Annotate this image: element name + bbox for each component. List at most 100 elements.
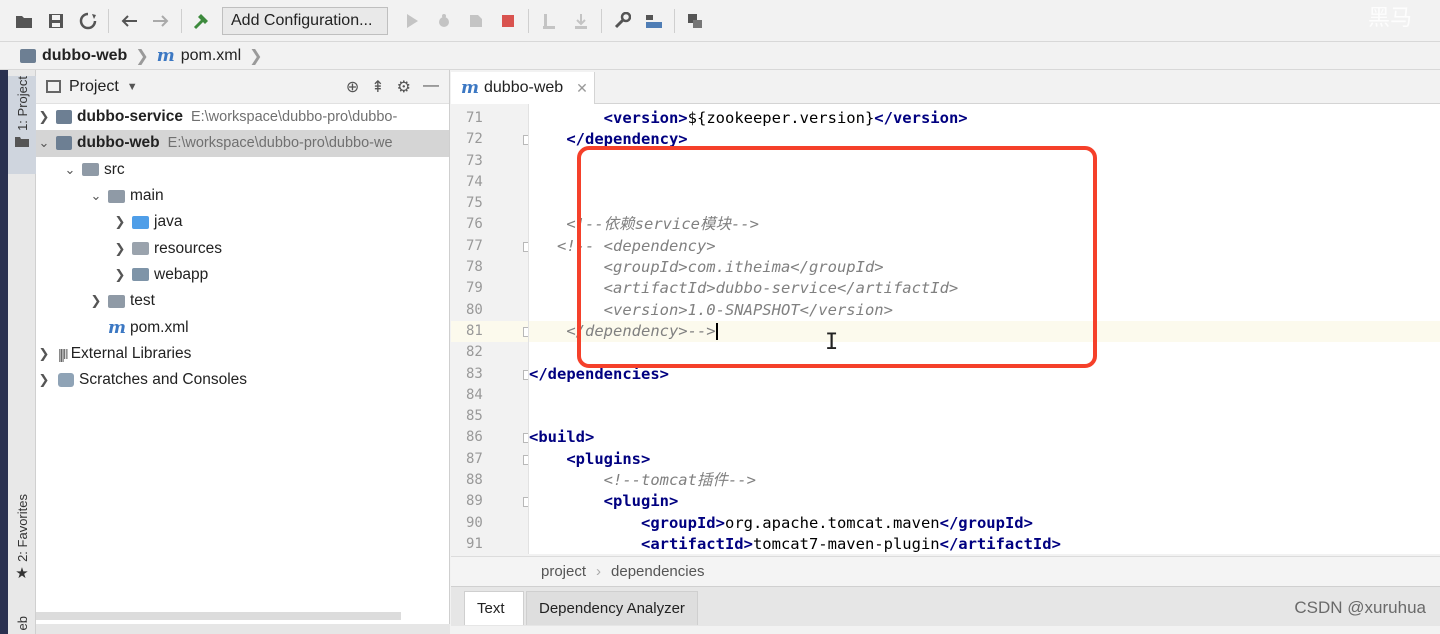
web-folder-icon [132,268,149,282]
tree-item-dubbo-web[interactable]: ⌄ dubbo-web E:\workspace\dubbo-pro\dubbo… [36,130,449,157]
debug-icon[interactable] [428,6,460,36]
code-line[interactable]: <artifactId>tomcat7-maven-plugin</artifa… [529,534,1440,554]
breadcrumb-file[interactable]: m pom.xml [157,46,241,66]
chevron-down-icon[interactable]: ⌄ [36,135,52,151]
tool-tab-favorites-label: 2: Favorites [14,494,30,562]
vcs-commit-icon[interactable] [565,6,597,36]
code-line[interactable]: <!--tomcat插件--> [529,470,1440,491]
line-number: 76 [466,216,483,233]
breadcrumb-dependencies-tag[interactable]: dependencies [611,563,704,580]
chevron-right-icon[interactable]: ❯ [112,241,128,257]
tree-item-java[interactable]: ❯ java [36,209,449,235]
editor-tab-dubbo-web[interactable]: m dubbo-web ✕ [451,72,595,104]
tree-item-webapp[interactable]: ❯ webapp [36,262,449,288]
breadcrumb-project[interactable]: dubbo-web [20,47,127,65]
project-structure-icon[interactable] [638,6,670,36]
sdk-manager-icon[interactable] [679,6,711,36]
line-number: 83 [451,364,528,385]
horizontal-scrollbar[interactable] [36,612,401,620]
line-number: 86 [451,427,528,448]
line-number: 71 [466,110,483,126]
module-folder-icon [56,110,72,125]
code-line[interactable]: <version>${zookeeper.version}</version> [529,108,1440,129]
code-line[interactable]: <build> [529,427,1440,448]
line-number: 85 [466,408,483,425]
tree-item-pom-xml[interactable]: m pom.xml [36,314,449,340]
tab-dependency-analyzer[interactable]: Dependency Analyzer [526,591,698,625]
project-panel-title[interactable]: Project [69,78,119,96]
chevron-right-icon[interactable]: ❯ [112,214,128,230]
tree-item-label: pom.xml [130,318,189,336]
project-panel: Project ▼ ⊕ ⇞ ⚙ — ❯ dubbo-service E:\wor… [36,70,450,634]
chevron-right-icon: ❯ [135,47,149,65]
line-number-gutter: 71 72 73 74 75 76 77 78 79 80 81 82 83 8… [451,104,529,554]
code-line[interactable]: <plugin> [529,491,1440,512]
line-number: 91 [466,535,483,552]
left-tool-strip: 1: Project 2: Favorites ★ eb [0,70,36,634]
editor-bottom-tabs: Text Dependency Analyzer CSDN @xuruhua [451,586,1440,626]
settings-wrench-icon[interactable] [606,6,638,36]
tab-text[interactable]: Text [464,591,524,625]
tree-item-label: test [130,292,155,310]
chevron-down-icon[interactable]: ⌄ [62,162,78,178]
tree-item-src[interactable]: ⌄ src [36,157,449,183]
tree-item-label: resources [154,239,223,257]
chevron-right-icon[interactable]: ❯ [36,109,52,125]
sync-icon[interactable] [72,6,104,36]
star-icon: ★ [15,564,29,582]
coverage-icon[interactable] [460,6,492,36]
chevron-right-icon[interactable]: ❯ [36,346,52,362]
gear-icon[interactable]: ⚙ [397,77,411,97]
tool-tab-project[interactable]: 1: Project [8,76,36,174]
tree-item-test[interactable]: ❯ test [36,288,449,314]
build-hammer-icon[interactable] [186,6,218,36]
code-line[interactable] [529,406,1440,427]
line-number: 88 [466,472,483,489]
tree-item-label: webapp [154,265,209,283]
code-line[interactable] [529,385,1440,406]
csdn-watermark: CSDN @xuruhua [1294,598,1426,617]
tool-tab-web[interactable]: eb [8,616,36,634]
collapse-all-icon[interactable]: ⇞ [371,77,384,97]
editor-breadcrumb: project › dependencies [451,556,1440,586]
project-panel-header: Project ▼ ⊕ ⇞ ⚙ — [36,70,449,104]
maven-file-icon: m [156,45,175,66]
mouse-ibeam-cursor-icon: I [825,330,839,355]
folder-icon [108,189,125,203]
tree-item-external-libraries[interactable]: ❯ |||‖ External Libraries [36,341,449,367]
tree-item-path: E:\workspace\dubbo-pro\dubbo- [190,109,398,126]
toolbar-separator [181,8,182,33]
tool-tab-favorites[interactable]: 2: Favorites ★ [8,494,36,604]
open-folder-icon[interactable] [8,6,40,36]
vcs-update-icon[interactable] [533,6,565,36]
breadcrumb-project-label: dubbo-web [42,46,128,64]
toolbar-separator [674,8,675,33]
chevron-right-icon[interactable]: ❯ [112,267,128,283]
line-number: 82 [466,344,483,361]
toolbar-separator [601,8,602,33]
tree-item-dubbo-service[interactable]: ❯ dubbo-service E:\workspace\dubbo-pro\d… [36,104,449,130]
run-icon[interactable] [396,6,428,36]
tree-item-main[interactable]: ⌄ main [36,183,449,209]
tree-item-scratches[interactable]: ❯ Scratches and Consoles [36,367,449,393]
tree-item-label: src [104,160,125,178]
dropdown-arrow-icon[interactable]: ▼ [127,81,138,93]
minimize-icon[interactable]: — [423,77,439,97]
stop-icon[interactable] [492,6,524,36]
breadcrumb-project-tag[interactable]: project [541,563,586,580]
code-line[interactable]: <groupId>org.apache.tomcat.maven</groupI… [529,513,1440,534]
code-line[interactable]: <plugins> [529,449,1440,470]
chevron-right-icon[interactable]: ❯ [36,372,52,388]
back-arrow-icon[interactable] [113,6,145,36]
tree-item-label: java [154,213,183,231]
save-icon[interactable] [40,6,72,36]
line-number: 84 [466,386,483,403]
add-configuration-button[interactable]: Add Configuration... [222,6,388,35]
chevron-down-icon[interactable]: ⌄ [88,188,104,204]
line-number: 80 [466,301,483,318]
close-icon[interactable]: ✕ [576,80,588,97]
locate-target-icon[interactable]: ⊕ [346,77,359,97]
forward-arrow-icon[interactable] [145,6,177,36]
tree-item-resources[interactable]: ❯ resources [36,235,449,261]
chevron-right-icon[interactable]: ❯ [88,293,104,309]
